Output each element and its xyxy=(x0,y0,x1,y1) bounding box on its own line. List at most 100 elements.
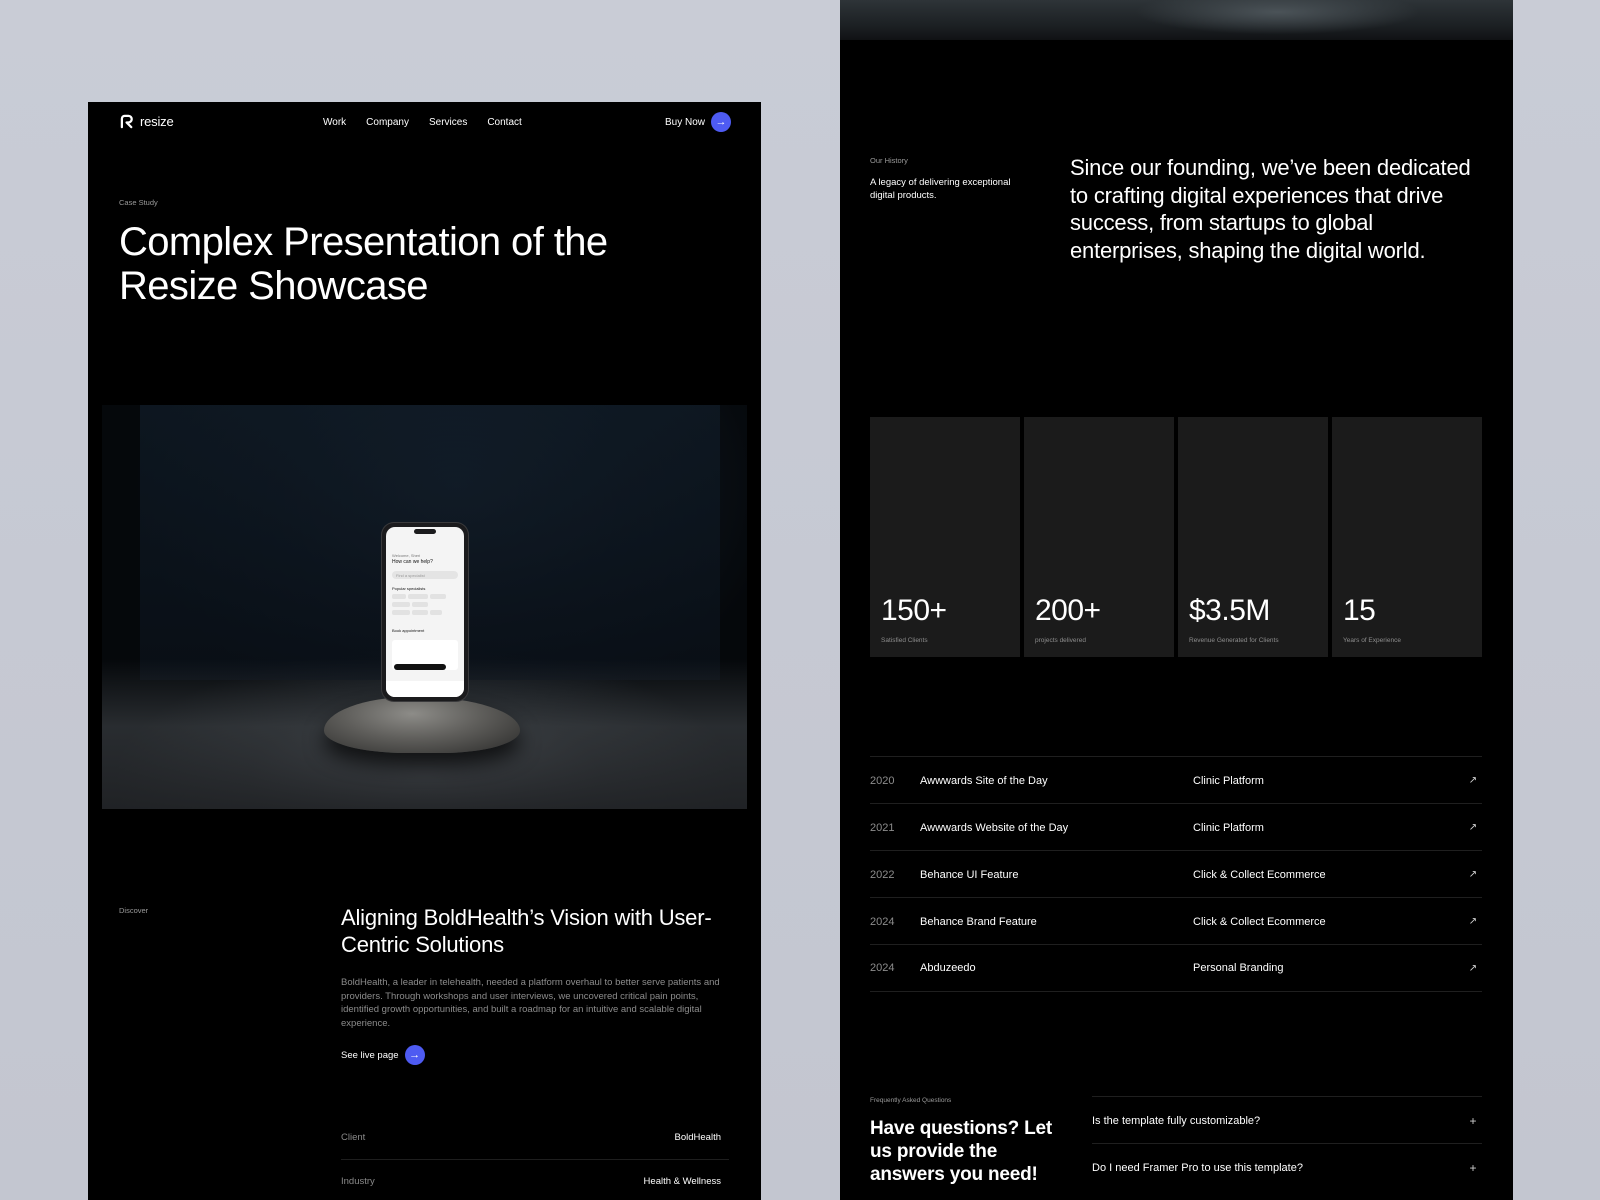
arrow-up-right-icon: ↗ xyxy=(1468,916,1478,927)
phone-book-button xyxy=(394,664,446,670)
phone-chip xyxy=(412,610,428,615)
award-year: 2022 xyxy=(870,868,895,881)
plus-icon[interactable]: + xyxy=(1464,1161,1482,1175)
award-row[interactable]: 2020 Awwwards Site of the Day Clinic Pla… xyxy=(870,756,1482,804)
stat-value: 200+ xyxy=(1035,594,1101,627)
arrow-up-right-icon: ↗ xyxy=(1468,962,1478,974)
award-year: 2021 xyxy=(870,821,895,834)
stat-card: $3.5M Revenue Generated for Clients xyxy=(1178,417,1328,657)
phone-chip-row xyxy=(392,602,428,607)
faq-item[interactable]: Do I need Framer Pro to use this templat… xyxy=(1092,1143,1482,1191)
see-live-page-label: See live page xyxy=(341,1049,399,1061)
phone-chip xyxy=(392,610,410,615)
buy-now-button[interactable]: Buy Now → xyxy=(665,112,731,132)
award-title: Awwwards Website of the Day xyxy=(920,821,1069,834)
award-project: Click & Collect Ecommerce xyxy=(1193,868,1326,881)
brand-name: resize xyxy=(140,114,174,129)
stat-card: 200+ projects delivered xyxy=(1024,417,1174,657)
phone-chip xyxy=(430,610,442,615)
resize-logo-icon xyxy=(120,114,133,129)
hero-title: Complex Presentation of the Resize Showc… xyxy=(119,220,608,308)
phone-tab-bar xyxy=(386,681,464,697)
history-statement: Since our founding, we’ve been dedicated… xyxy=(1070,155,1471,263)
award-project: Personal Branding xyxy=(1193,962,1284,974)
phone-notch xyxy=(414,529,436,534)
award-row[interactable]: 2021 Awwwards Website of the Day Clinic … xyxy=(870,803,1482,851)
logo[interactable]: resize xyxy=(120,114,174,129)
top-nav: resize Work Company Services Contact Buy… xyxy=(88,102,761,146)
phone-section-specialists: Popular specialists xyxy=(392,586,426,591)
detail-key: Client xyxy=(341,1132,366,1143)
discover-eyebrow: Discover xyxy=(119,906,149,915)
phone-section-book: Book appointment xyxy=(392,628,425,633)
stat-card: 15 Years of Experience xyxy=(1332,417,1482,657)
phone-chip-row xyxy=(392,594,446,599)
phone-screen: Welcome, Sheri How can we help? Find a s… xyxy=(386,527,464,697)
stat-label: Revenue Generated for Clients xyxy=(1189,637,1279,644)
detail-value: BoldHealth xyxy=(674,1132,721,1143)
award-project: Click & Collect Ecommerce xyxy=(1193,915,1326,928)
award-title: Awwwards Site of the Day xyxy=(920,774,1048,787)
phone-chip xyxy=(392,602,410,607)
arrow-up-right-icon: ↗ xyxy=(1468,775,1478,786)
company-page: Our History A legacy of delivering excep… xyxy=(840,0,1513,1200)
detail-key: Industry xyxy=(341,1176,375,1187)
discover-description: BoldHealth, a leader in telehealth, need… xyxy=(341,977,720,1029)
stat-value: 150+ xyxy=(881,594,947,627)
plus-icon[interactable]: + xyxy=(1464,1114,1482,1128)
case-study-eyebrow: Case Study xyxy=(119,198,158,207)
detail-row-industry: Industry Health & Wellness xyxy=(341,1160,729,1200)
faq-title: Have questions? Let us provide the answe… xyxy=(870,1118,1053,1185)
award-title: Behance Brand Feature xyxy=(920,915,1037,928)
stat-value: 15 xyxy=(1343,594,1376,627)
discover-title: Aligning BoldHealth’s Vision with User-C… xyxy=(341,905,712,957)
faq-question: Is the template fully customizable? xyxy=(1092,1114,1261,1127)
stat-card: 150+ Satisfied Clients xyxy=(870,417,1020,657)
phone-mockup: Welcome, Sheri How can we help? Find a s… xyxy=(382,523,468,701)
nav-links: Work Company Services Contact xyxy=(323,117,522,128)
phone-search-placeholder: Find a specialist xyxy=(396,572,425,578)
faq-eyebrow: Frequently Asked Questions xyxy=(870,1097,952,1104)
phone-chip xyxy=(392,594,406,599)
stat-label: projects delivered xyxy=(1035,637,1086,644)
nav-item-contact[interactable]: Contact xyxy=(487,117,521,128)
water-image xyxy=(840,0,1513,40)
arrow-right-icon: → xyxy=(404,1045,425,1065)
award-year: 2024 xyxy=(870,915,895,928)
detail-value: Health & Wellness xyxy=(643,1176,721,1187)
stat-label: Satisfied Clients xyxy=(881,637,928,644)
history-eyebrow: Our History xyxy=(870,156,908,165)
phone-chip xyxy=(412,602,428,607)
buy-now-label: Buy Now xyxy=(664,116,705,128)
phone-chip xyxy=(430,594,446,599)
detail-row-client: Client BoldHealth xyxy=(341,1120,729,1160)
hero-image: Welcome, Sheri How can we help? Find a s… xyxy=(102,405,747,809)
arrow-up-right-icon: ↗ xyxy=(1468,822,1478,833)
see-live-page-link[interactable]: See live page → xyxy=(341,1045,425,1065)
faq-item[interactable]: Is the template fully customizable? + xyxy=(1092,1096,1482,1144)
award-row[interactable]: 2024 Behance Brand Feature Click & Colle… xyxy=(870,897,1482,945)
phone-chip-row xyxy=(392,610,442,615)
nav-item-services[interactable]: Services xyxy=(429,117,467,128)
award-project: Clinic Platform xyxy=(1193,821,1264,834)
phone-question: How can we help? xyxy=(392,559,433,565)
award-row[interactable]: 2022 Behance UI Feature Click & Collect … xyxy=(870,850,1482,898)
arrow-up-right-icon: ↗ xyxy=(1468,869,1478,880)
stat-label: Years of Experience xyxy=(1343,637,1401,644)
award-year: 2024 xyxy=(870,962,895,974)
faq-question: Do I need Framer Pro to use this templat… xyxy=(1092,1161,1303,1174)
stat-value: $3.5M xyxy=(1189,594,1270,627)
phone-chip xyxy=(408,594,428,599)
award-year: 2020 xyxy=(870,774,895,787)
case-study-details-continued: Client BoldHealth Industry Health & Well… xyxy=(88,1120,761,1200)
arrow-right-icon: → xyxy=(711,112,731,132)
award-title: Behance UI Feature xyxy=(920,868,1019,881)
award-title: Abduzeedo xyxy=(920,962,976,974)
award-project: Clinic Platform xyxy=(1193,774,1264,787)
history-note: A legacy of delivering exceptional digit… xyxy=(870,177,1011,201)
nav-item-work[interactable]: Work xyxy=(323,117,346,128)
phone-greeting: Welcome, Sheri xyxy=(392,553,421,558)
award-row[interactable]: 2024 Abduzeedo Personal Branding ↗ xyxy=(870,944,1482,992)
case-study-page: resize Work Company Services Contact Buy… xyxy=(88,102,761,1200)
nav-item-company[interactable]: Company xyxy=(366,117,409,128)
